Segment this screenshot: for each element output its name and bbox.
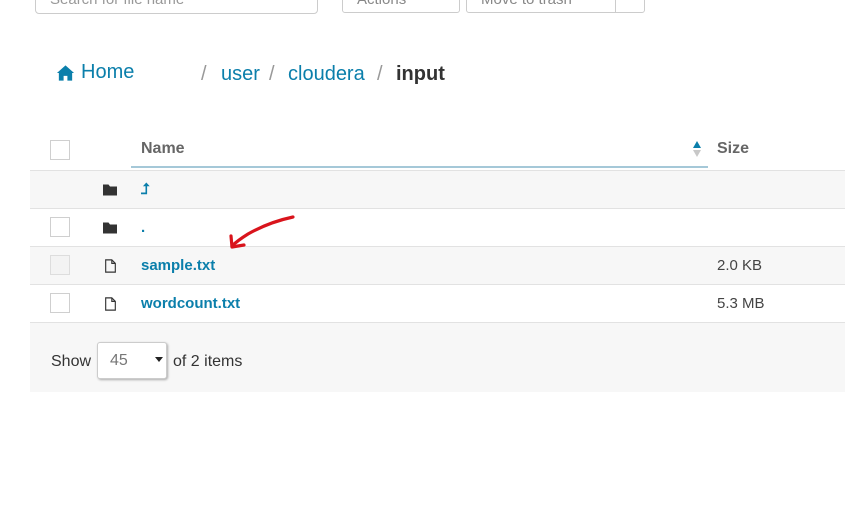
table-row[interactable]: .	[30, 208, 845, 246]
file-size: 5.3 MB	[717, 295, 765, 312]
folder-icon	[103, 222, 117, 234]
page-size-value: 45	[110, 352, 128, 369]
move-to-trash-button[interactable]: Move to trash	[466, 0, 616, 13]
parent-directory-link[interactable]: ⮥	[141, 181, 150, 198]
breadcrumb-item-user[interactable]: user	[221, 63, 260, 86]
breadcrumb-item-cloudera[interactable]: cloudera	[288, 63, 365, 86]
column-header-name[interactable]: Name	[131, 128, 708, 168]
table-row[interactable]: ⮥	[30, 170, 845, 208]
pagination-footer: Show 45 of 2 items	[30, 322, 845, 392]
breadcrumb-home[interactable]: Home	[56, 61, 134, 84]
page-size-select[interactable]: 45	[97, 342, 167, 379]
trash-dropdown-button[interactable]	[615, 0, 645, 13]
file-icon	[105, 259, 116, 273]
show-label: Show	[51, 353, 92, 370]
file-link-wordcount[interactable]: wordcount.txt	[141, 295, 240, 312]
current-directory-link[interactable]: .	[141, 219, 145, 236]
breadcrumb-separator: /	[377, 63, 383, 85]
file-table: Name Size ⮥ . sample.txt 2.0 KB wordcoun…	[30, 128, 845, 322]
annotation-arrow-icon	[229, 215, 295, 249]
row-checkbox[interactable]	[50, 255, 70, 275]
table-row[interactable]: wordcount.txt 5.3 MB	[30, 284, 845, 322]
row-checkbox[interactable]	[50, 293, 70, 313]
column-header-size[interactable]: Size	[717, 140, 749, 158]
actions-button[interactable]: Actions	[342, 0, 460, 13]
file-link-sample[interactable]: sample.txt	[141, 257, 215, 274]
select-all-checkbox[interactable]	[50, 140, 70, 160]
home-icon	[56, 64, 75, 81]
row-checkbox[interactable]	[50, 217, 70, 237]
file-size: 2.0 KB	[717, 257, 763, 274]
column-name-label: Name	[141, 140, 185, 157]
folder-icon	[103, 184, 117, 196]
file-icon	[105, 297, 116, 311]
table-header: Name Size	[30, 128, 845, 170]
item-count-label: of 2 items	[173, 353, 243, 370]
chevron-down-icon	[155, 357, 163, 362]
breadcrumb-separator: /	[201, 63, 207, 85]
breadcrumb-separator: /	[269, 63, 275, 85]
search-input[interactable]: Search for file name	[35, 0, 318, 14]
sort-ascending-icon	[693, 141, 701, 157]
breadcrumb-current: input	[396, 63, 445, 85]
table-row[interactable]: sample.txt 2.0 KB	[30, 246, 845, 284]
breadcrumb-home-label: Home	[81, 61, 135, 83]
